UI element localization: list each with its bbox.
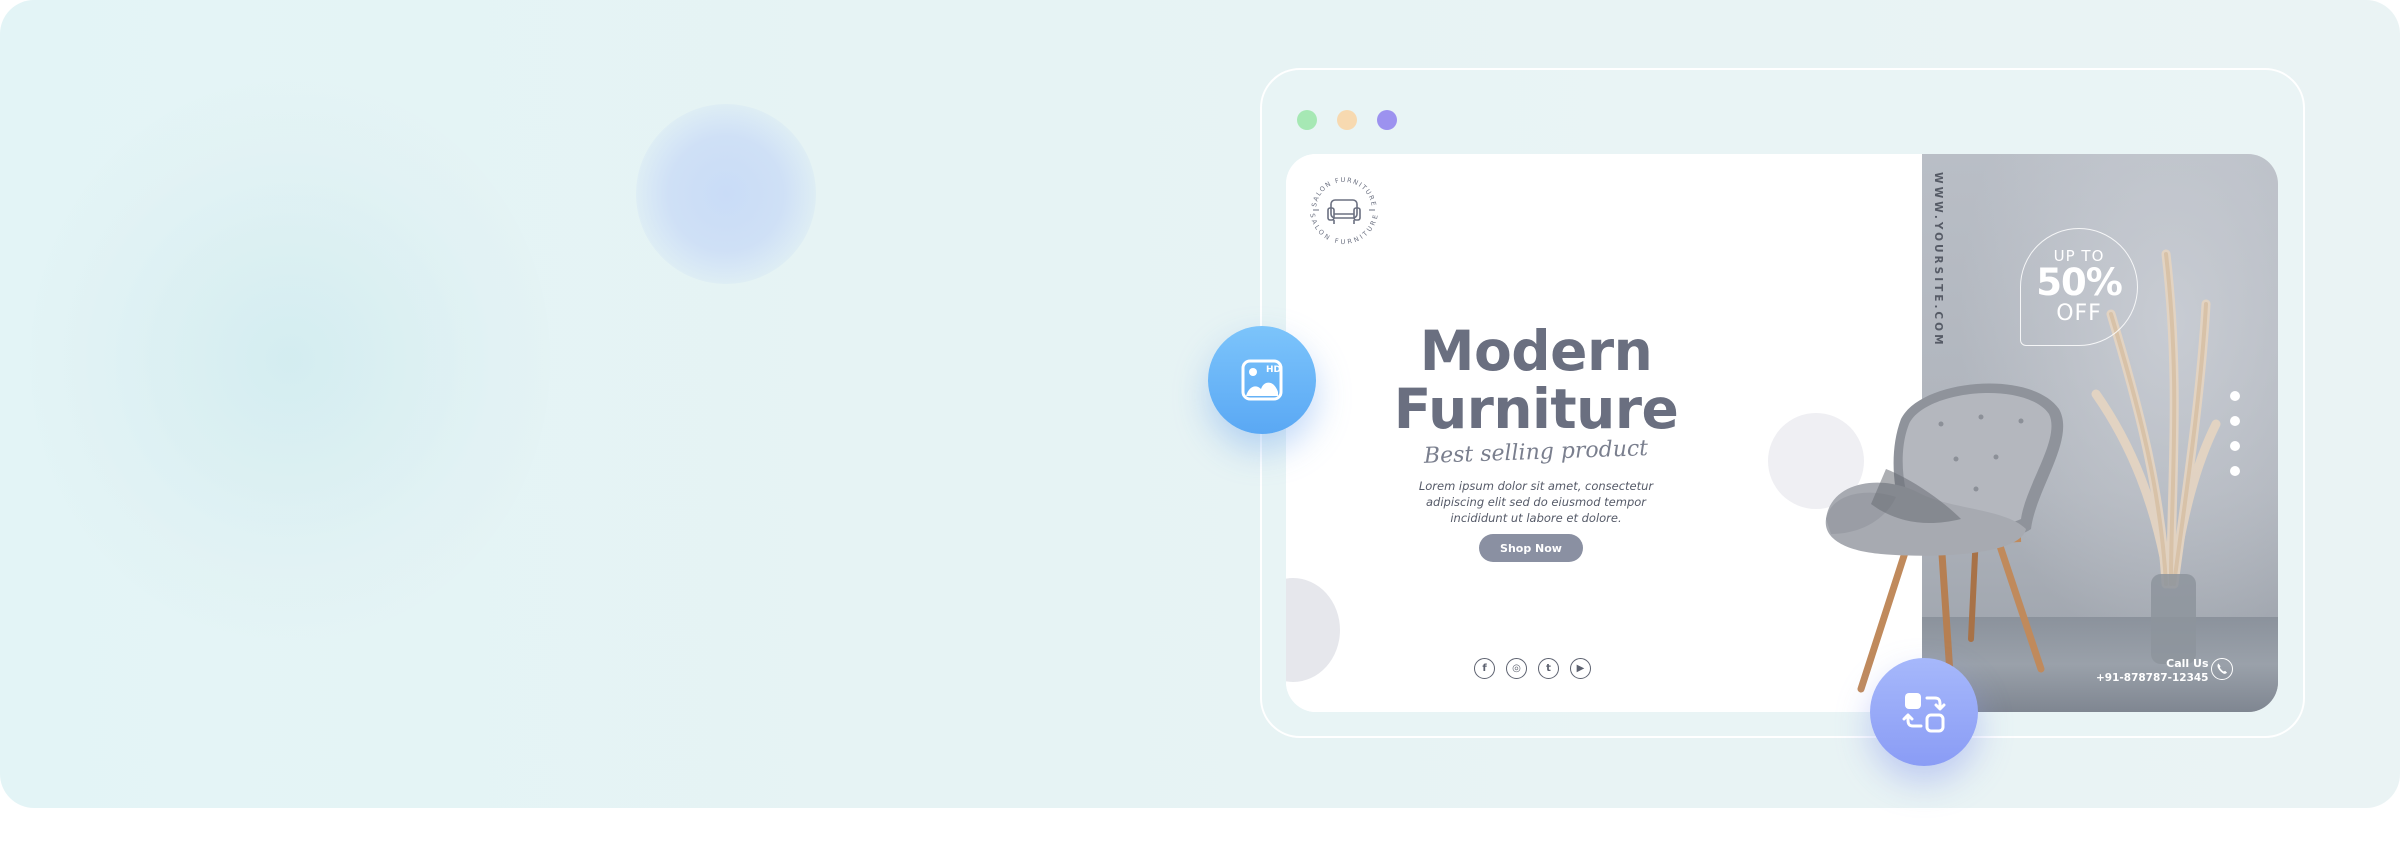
website-url: WWW.YOURSITE.COM	[1932, 172, 1944, 348]
discount-badge: UP TO 50% OFF	[2020, 228, 2138, 346]
slide-pager	[2230, 391, 2240, 476]
svg-text:SALON FURNITURE: SALON FURNITURE	[1310, 176, 1378, 208]
pager-dot[interactable]	[2230, 466, 2240, 476]
social-links: f ◎ t ▶	[1474, 658, 1591, 679]
pager-dot[interactable]	[2230, 441, 2240, 451]
logo-text-top: SALON FURNITURE	[1310, 176, 1376, 208]
convert-icon	[1902, 693, 1946, 733]
hd-image-icon: HD	[1241, 359, 1283, 401]
background-glow	[30, 80, 550, 640]
phone-icon	[2211, 658, 2233, 680]
convert-button[interactable]	[1870, 658, 1978, 766]
twitter-icon[interactable]: t	[1538, 658, 1559, 679]
offer-line-3: OFF	[2056, 301, 2102, 326]
instagram-icon[interactable]: ◎	[1506, 658, 1527, 679]
pager-dot[interactable]	[2230, 416, 2240, 426]
banner-headline: Modern Furniture	[1391, 322, 1681, 438]
window-dot-orange	[1337, 110, 1357, 130]
sofa-logo-icon: SALON FURNITURE SALON FURNITURE	[1308, 176, 1378, 246]
pager-dot[interactable]	[2230, 391, 2240, 401]
hd-image-button[interactable]: HD	[1208, 326, 1316, 434]
call-us-block: Call Us +91-878787-12345	[2096, 657, 2209, 685]
shop-now-button[interactable]: Shop Now	[1479, 534, 1583, 562]
call-us-label: Call Us	[2166, 657, 2209, 670]
furniture-banner: SALON FURNITURE SALON FURNITURE Modern F…	[1286, 154, 2278, 712]
hd-badge-text: HD	[1266, 365, 1281, 375]
decorative-blob	[636, 104, 816, 284]
banner-description: Lorem ipsum dolor sit amet, consectetur …	[1418, 479, 1654, 525]
window-dot-purple	[1377, 110, 1397, 130]
window-dot-green	[1297, 110, 1317, 130]
headline-line-2: Furniture	[1393, 377, 1679, 441]
phone-number: +91-878787-12345	[2096, 672, 2209, 684]
headline-line-1: Modern	[1419, 319, 1653, 383]
offer-percent: 50%	[2036, 261, 2123, 304]
decorative-circle	[1286, 578, 1340, 682]
facebook-icon[interactable]: f	[1474, 658, 1495, 679]
armchair-image	[1825, 383, 2064, 693]
youtube-icon[interactable]: ▶	[1570, 658, 1591, 679]
